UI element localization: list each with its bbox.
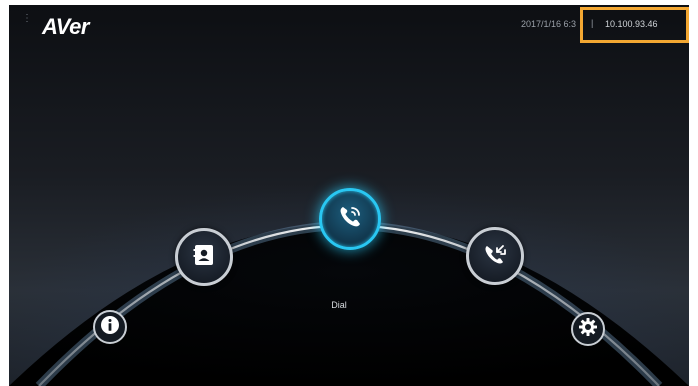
menu-handle-icon[interactable]: ⋮ (22, 14, 32, 24)
phone-call-icon (336, 203, 364, 236)
info-icon (100, 315, 120, 340)
contacts-book-icon (192, 243, 216, 272)
dial-label: Dial (331, 300, 347, 310)
ip-highlight-box (580, 7, 689, 43)
gear-icon (578, 317, 598, 342)
dial-button[interactable] (319, 188, 381, 250)
call-history-icon (482, 241, 508, 272)
aver-logo: AVer (42, 14, 89, 39)
call-log-button[interactable] (466, 227, 524, 285)
settings-button[interactable] (571, 312, 605, 346)
contacts-button[interactable] (175, 228, 233, 286)
info-button[interactable] (93, 310, 127, 344)
status-datetime: 2017/1/16 6:3 (521, 19, 577, 29)
home-screen: ⋮ AVer 2017/1/16 6:3 | 10.100.93.46 Dial (9, 5, 689, 386)
